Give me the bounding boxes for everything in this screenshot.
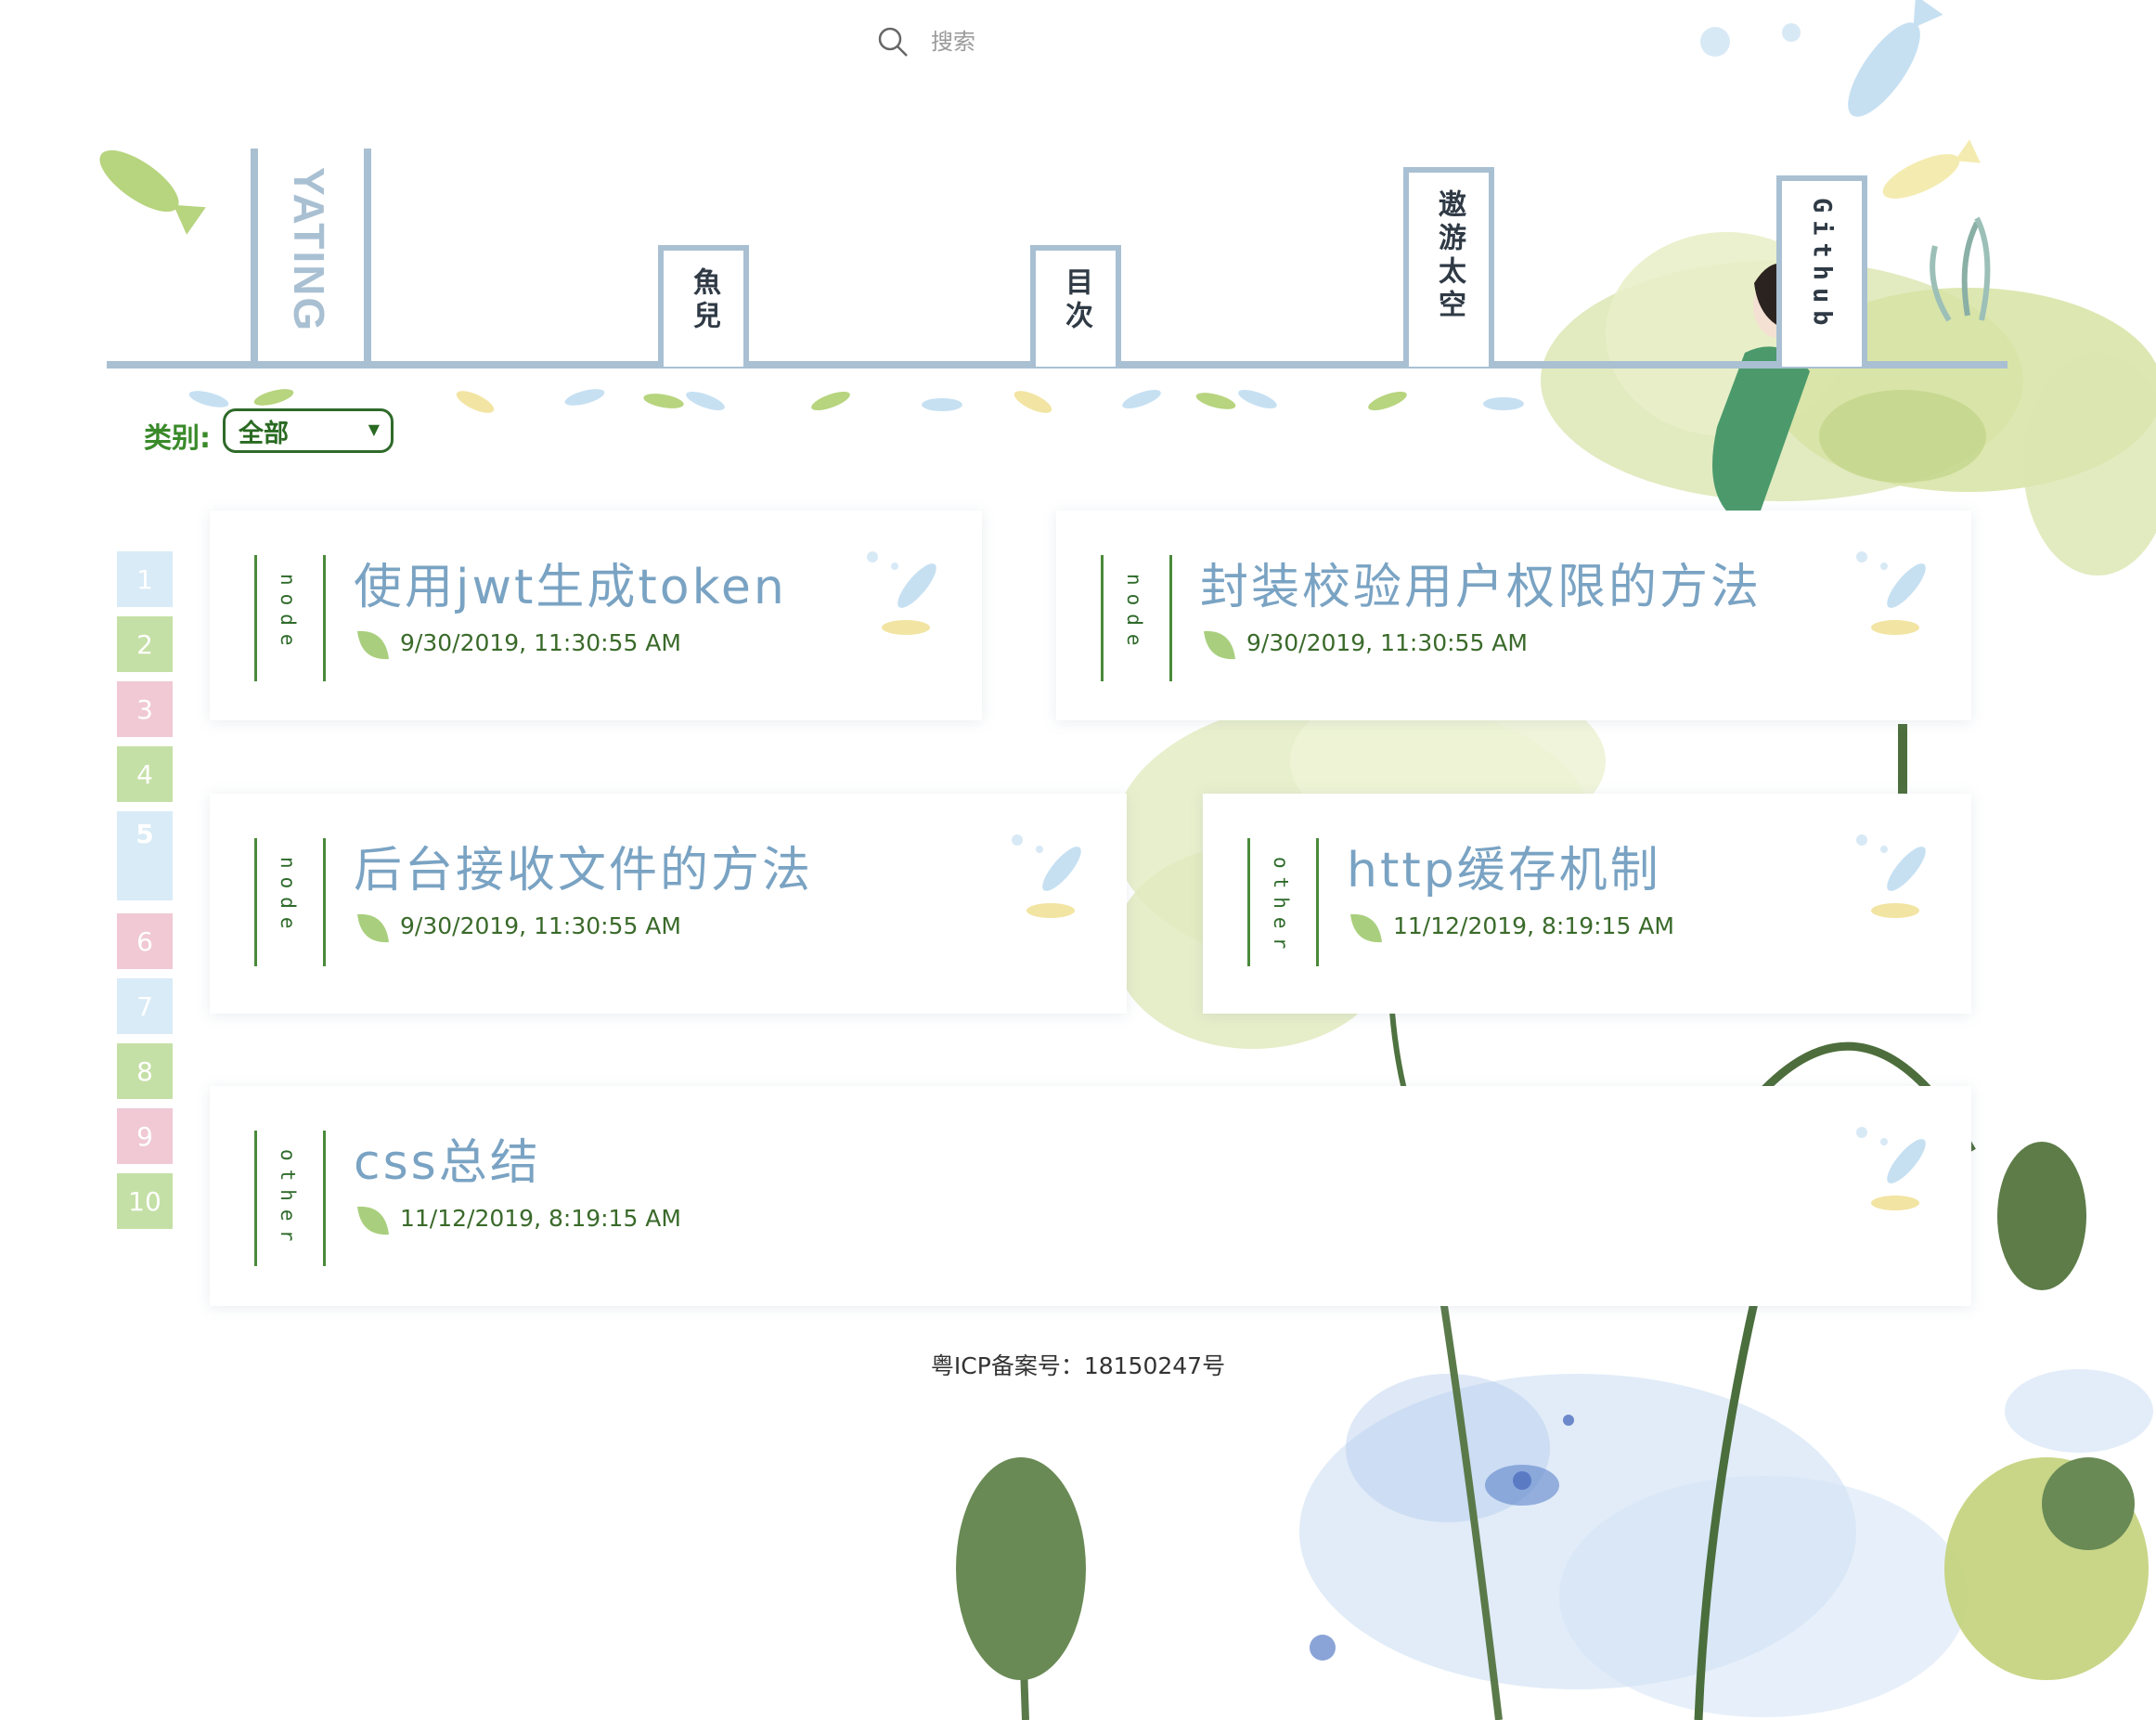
post-card[interactable]: other http缓存机制 11/12/2019, 8:19:15 AM — [1203, 794, 1971, 1014]
fish-icon — [1012, 834, 1081, 918]
post-category-tag: other — [1270, 857, 1292, 958]
leaf-icon — [357, 630, 389, 660]
post-title[interactable]: css总结 — [354, 1123, 541, 1193]
page-button-9[interactable]: 9 — [117, 1108, 173, 1164]
post-title[interactable]: 使用jwt生成token — [354, 548, 787, 617]
page-button-7[interactable]: 7 — [117, 978, 173, 1034]
card-left-bar — [254, 838, 257, 966]
post-card[interactable]: node 封装校验用户权限的方法 9/30/2019, 11:30:55 AM — [1056, 511, 1971, 720]
card-right-bar — [1169, 555, 1172, 681]
category-label: 类别: — [144, 422, 211, 455]
post-date: 9/30/2019, 11:30:55 AM — [400, 629, 681, 656]
page-button-3[interactable]: 3 — [117, 681, 173, 737]
post-date: 11/12/2019, 8:19:15 AM — [1393, 912, 1674, 939]
logo-right-post — [364, 149, 371, 364]
nav-item-label: Github — [1807, 198, 1837, 333]
card-right-bar — [323, 1131, 326, 1266]
card-left-bar — [1101, 555, 1104, 681]
category-selected-value: 全部 — [239, 419, 289, 448]
page-button-8[interactable]: 8 — [117, 1043, 173, 1099]
post-category-tag: node — [1123, 574, 1145, 654]
fish-icon — [867, 551, 936, 635]
search-bar[interactable] — [877, 22, 1100, 61]
site-logo[interactable]: YATING — [284, 167, 334, 332]
nav-item-contents[interactable]: 目次 — [1030, 245, 1121, 367]
category-select[interactable]: 全部 ▼ — [223, 408, 394, 453]
post-title[interactable]: 封装校验用户权限的方法 — [1200, 548, 1762, 617]
search-icon[interactable] — [877, 26, 909, 58]
card-left-bar — [254, 1131, 257, 1266]
post-date: 9/30/2019, 11:30:55 AM — [1246, 629, 1528, 656]
nav-item-space[interactable]: 遨游太空 — [1403, 167, 1494, 367]
logo-left-post — [251, 149, 258, 364]
card-right-bar — [323, 555, 326, 681]
post-category-tag: node — [277, 574, 299, 654]
page-button-5[interactable]: 5 — [117, 811, 173, 900]
card-left-bar — [254, 555, 257, 681]
nav-item-label: 遨游太空 — [1433, 189, 1465, 323]
chevron-down-icon: ▼ — [368, 420, 380, 438]
post-date: 11/12/2019, 8:19:15 AM — [400, 1205, 681, 1232]
nav-item-label: 魚兒 — [688, 267, 720, 334]
page-button-1[interactable]: 1 — [117, 551, 173, 607]
leaf-icon — [1350, 913, 1382, 943]
search-input[interactable] — [929, 28, 1100, 56]
post-card[interactable]: other css总结 11/12/2019, 8:19:15 AM — [210, 1086, 1971, 1306]
fish-icon — [1856, 1127, 1926, 1210]
fish-icon — [1856, 551, 1926, 635]
card-right-bar — [1316, 838, 1319, 966]
nav-item-fish[interactable]: 魚兒 — [658, 245, 749, 367]
page-button-4[interactable]: 4 — [117, 746, 173, 802]
leaf-icon — [357, 913, 389, 943]
post-card[interactable]: node 使用jwt生成token 9/30/2019, 11:30:55 AM — [210, 511, 982, 720]
post-card[interactable]: node 后台接收文件的方法 9/30/2019, 11:30:55 AM — [210, 794, 1127, 1014]
card-right-bar — [323, 838, 326, 966]
post-category-tag: other — [277, 1149, 299, 1250]
post-date: 9/30/2019, 11:30:55 AM — [400, 912, 681, 939]
nav-item-label: 目次 — [1060, 267, 1092, 334]
fish-icon — [1856, 834, 1926, 918]
page-button-10[interactable]: 10 — [117, 1173, 173, 1229]
leaf-icon — [1204, 630, 1235, 660]
post-title[interactable]: http缓存机制 — [1347, 831, 1661, 900]
nav-item-github[interactable]: Github — [1776, 175, 1867, 367]
card-left-bar — [1247, 838, 1250, 966]
post-title[interactable]: 后台接收文件的方法 — [354, 831, 813, 900]
post-category-tag: node — [277, 857, 299, 938]
leaf-icon — [357, 1206, 389, 1235]
page-button-2[interactable]: 2 — [117, 616, 173, 672]
page-button-6[interactable]: 6 — [117, 913, 173, 969]
icp-footer: 粤ICP备案号：18150247号 — [930, 1352, 1226, 1379]
